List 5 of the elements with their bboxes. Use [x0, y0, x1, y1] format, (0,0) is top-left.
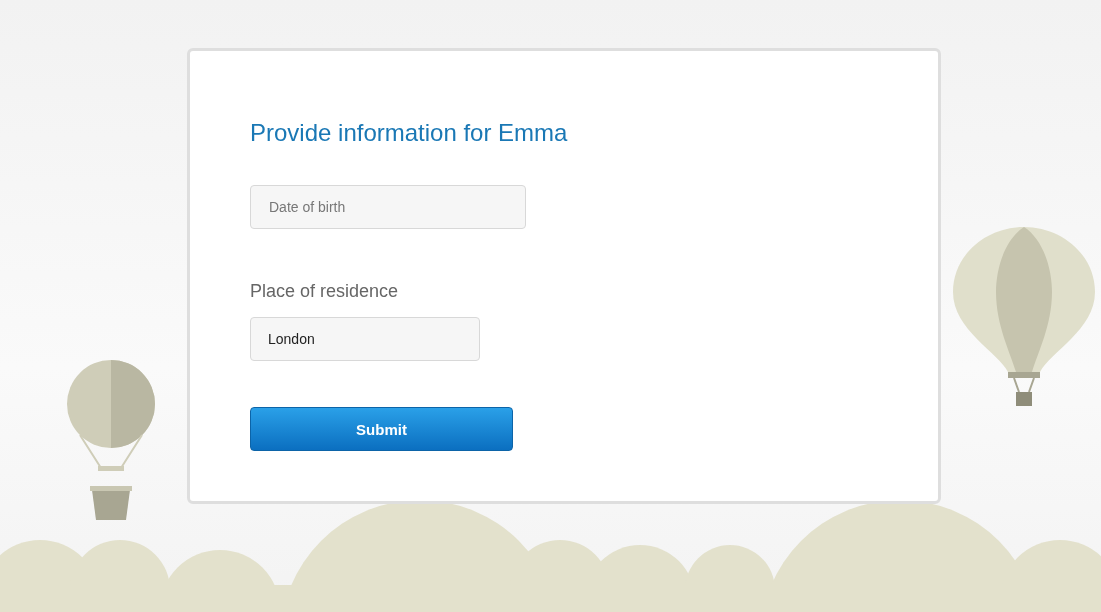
submit-button[interactable]: Submit	[250, 407, 513, 451]
field-label: Place of residence	[250, 281, 399, 302]
input-field[interactable]: Date of birth	[250, 185, 526, 229]
form-title: Provide information for Emma	[250, 119, 568, 147]
input-field[interactable]: London	[250, 317, 480, 361]
